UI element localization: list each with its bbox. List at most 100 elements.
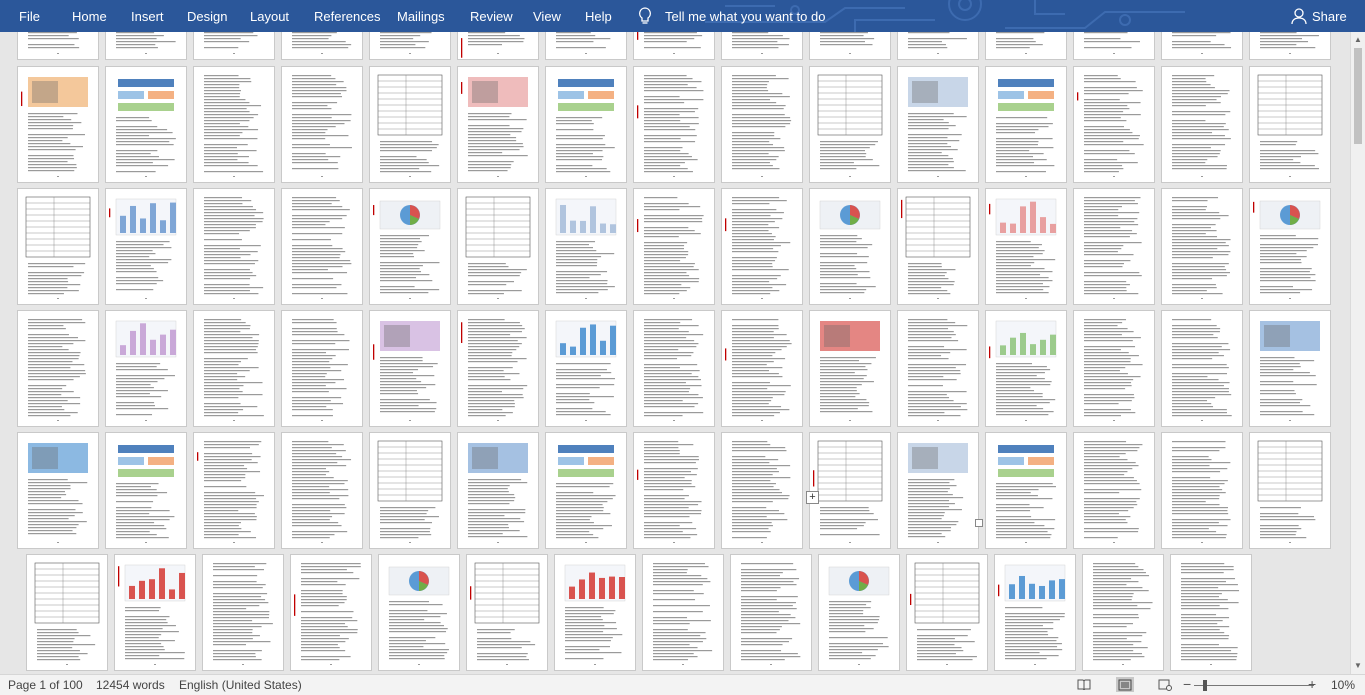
zoom-slider-thumb[interactable] bbox=[1203, 680, 1207, 691]
vertical-scrollbar[interactable]: ▲ ▼ bbox=[1350, 32, 1365, 674]
zoom-in-button[interactable]: + bbox=[1308, 677, 1316, 692]
page-thumbnail[interactable] bbox=[722, 189, 802, 304]
page-thumbnail[interactable] bbox=[1074, 311, 1154, 426]
document-area[interactable] bbox=[0, 32, 1350, 674]
page-thumbnail[interactable] bbox=[194, 32, 274, 59]
page-thumbnail[interactable] bbox=[731, 555, 811, 670]
page-thumbnail[interactable] bbox=[370, 32, 450, 59]
page-thumbnail[interactable] bbox=[106, 32, 186, 59]
page-thumbnail[interactable] bbox=[106, 433, 186, 548]
page-thumbnail[interactable] bbox=[379, 555, 459, 670]
page-thumbnail[interactable] bbox=[370, 433, 450, 548]
page-thumbnail[interactable] bbox=[634, 311, 714, 426]
page-thumbnail[interactable] bbox=[194, 189, 274, 304]
page-thumbnail[interactable] bbox=[18, 189, 98, 304]
page-thumbnail[interactable] bbox=[546, 189, 626, 304]
page-thumbnail[interactable] bbox=[291, 555, 371, 670]
page-thumbnail[interactable] bbox=[986, 32, 1066, 59]
page-thumbnail[interactable] bbox=[722, 311, 802, 426]
page-thumbnail[interactable] bbox=[1162, 32, 1242, 59]
page-thumbnail[interactable] bbox=[458, 433, 538, 548]
page-thumbnail[interactable] bbox=[1162, 311, 1242, 426]
page-thumbnail[interactable] bbox=[634, 32, 714, 59]
page-thumbnail[interactable] bbox=[555, 555, 635, 670]
tab-insert[interactable]: Insert bbox=[131, 0, 164, 32]
page-thumbnail[interactable] bbox=[1171, 555, 1251, 670]
language-indicator[interactable]: English (United States) bbox=[179, 678, 302, 692]
page-thumbnail[interactable] bbox=[1250, 67, 1330, 182]
word-count[interactable]: 12454 words bbox=[96, 678, 165, 692]
zoom-out-button[interactable]: − bbox=[1183, 677, 1191, 692]
tab-help[interactable]: Help bbox=[585, 0, 612, 32]
page-thumbnail[interactable] bbox=[722, 433, 802, 548]
zoom-slider-track[interactable] bbox=[1194, 685, 1314, 686]
page-thumbnail[interactable] bbox=[282, 433, 362, 548]
page-thumbnail[interactable] bbox=[546, 433, 626, 548]
tab-mailings[interactable]: Mailings bbox=[397, 0, 445, 32]
page-thumbnail[interactable] bbox=[546, 311, 626, 426]
scrollbar-thumb[interactable] bbox=[1354, 48, 1362, 144]
page-thumbnail[interactable] bbox=[907, 555, 987, 670]
page-thumbnail[interactable] bbox=[282, 32, 362, 59]
page-thumbnail[interactable] bbox=[810, 67, 890, 182]
tell-me-search[interactable]: Tell me what you want to do bbox=[637, 0, 825, 32]
page-thumbnail[interactable] bbox=[898, 67, 978, 182]
tab-review[interactable]: Review bbox=[470, 0, 513, 32]
page-thumbnail[interactable] bbox=[115, 555, 195, 670]
page-thumbnail[interactable] bbox=[1250, 311, 1330, 426]
page-thumbnail[interactable] bbox=[282, 311, 362, 426]
page-thumbnail[interactable] bbox=[1074, 433, 1154, 548]
page-thumbnail[interactable] bbox=[1162, 189, 1242, 304]
web-layout-button[interactable] bbox=[1156, 677, 1174, 692]
tab-view[interactable]: View bbox=[533, 0, 561, 32]
tab-file[interactable]: File bbox=[19, 0, 40, 32]
page-thumbnail[interactable] bbox=[1074, 189, 1154, 304]
page-thumbnail[interactable] bbox=[643, 555, 723, 670]
page-thumbnail[interactable] bbox=[370, 67, 450, 182]
page-thumbnail[interactable] bbox=[810, 311, 890, 426]
page-thumbnail[interactable] bbox=[458, 67, 538, 182]
page-thumbnail[interactable] bbox=[634, 189, 714, 304]
page-thumbnail[interactable] bbox=[810, 32, 890, 59]
page-thumbnail[interactable] bbox=[810, 189, 890, 304]
page-thumbnail[interactable] bbox=[1250, 189, 1330, 304]
page-thumbnail[interactable] bbox=[458, 311, 538, 426]
table-resize-handle[interactable] bbox=[975, 519, 983, 527]
page-thumbnail[interactable] bbox=[467, 555, 547, 670]
page-count[interactable]: Page 1 of 100 bbox=[8, 678, 83, 692]
page-thumbnail[interactable] bbox=[634, 433, 714, 548]
page-thumbnail[interactable] bbox=[18, 433, 98, 548]
page-thumbnail[interactable] bbox=[194, 311, 274, 426]
scroll-down-arrow[interactable]: ▼ bbox=[1353, 661, 1363, 671]
page-thumbnail[interactable] bbox=[986, 189, 1066, 304]
page-thumbnail[interactable] bbox=[18, 311, 98, 426]
page-thumbnail[interactable] bbox=[282, 67, 362, 182]
page-thumbnail[interactable] bbox=[458, 189, 538, 304]
page-thumbnail[interactable] bbox=[203, 555, 283, 670]
page-thumbnail[interactable] bbox=[1074, 32, 1154, 59]
share-button[interactable]: Share bbox=[1291, 0, 1347, 32]
page-thumbnail[interactable] bbox=[106, 67, 186, 182]
page-thumbnail[interactable] bbox=[106, 311, 186, 426]
page-thumbnail[interactable] bbox=[282, 189, 362, 304]
page-thumbnail[interactable] bbox=[370, 189, 450, 304]
page-thumbnail[interactable] bbox=[634, 67, 714, 182]
tab-layout[interactable]: Layout bbox=[250, 0, 289, 32]
page-thumbnail[interactable] bbox=[722, 32, 802, 59]
scroll-up-arrow[interactable]: ▲ bbox=[1353, 35, 1363, 45]
page-thumbnail[interactable] bbox=[194, 67, 274, 182]
page-thumbnail[interactable] bbox=[18, 32, 98, 59]
page-thumbnail[interactable] bbox=[898, 189, 978, 304]
page-thumbnail[interactable] bbox=[995, 555, 1075, 670]
tab-design[interactable]: Design bbox=[187, 0, 227, 32]
page-thumbnail[interactable] bbox=[898, 32, 978, 59]
page-thumbnail[interactable] bbox=[18, 67, 98, 182]
page-thumbnail[interactable] bbox=[1250, 32, 1330, 59]
page-thumbnail[interactable] bbox=[106, 189, 186, 304]
tab-home[interactable]: Home bbox=[72, 0, 107, 32]
page-thumbnail[interactable] bbox=[986, 311, 1066, 426]
page-thumbnail[interactable] bbox=[458, 32, 538, 59]
page-thumbnail[interactable] bbox=[810, 433, 890, 548]
page-thumbnail[interactable] bbox=[194, 433, 274, 548]
page-thumbnail[interactable] bbox=[27, 555, 107, 670]
